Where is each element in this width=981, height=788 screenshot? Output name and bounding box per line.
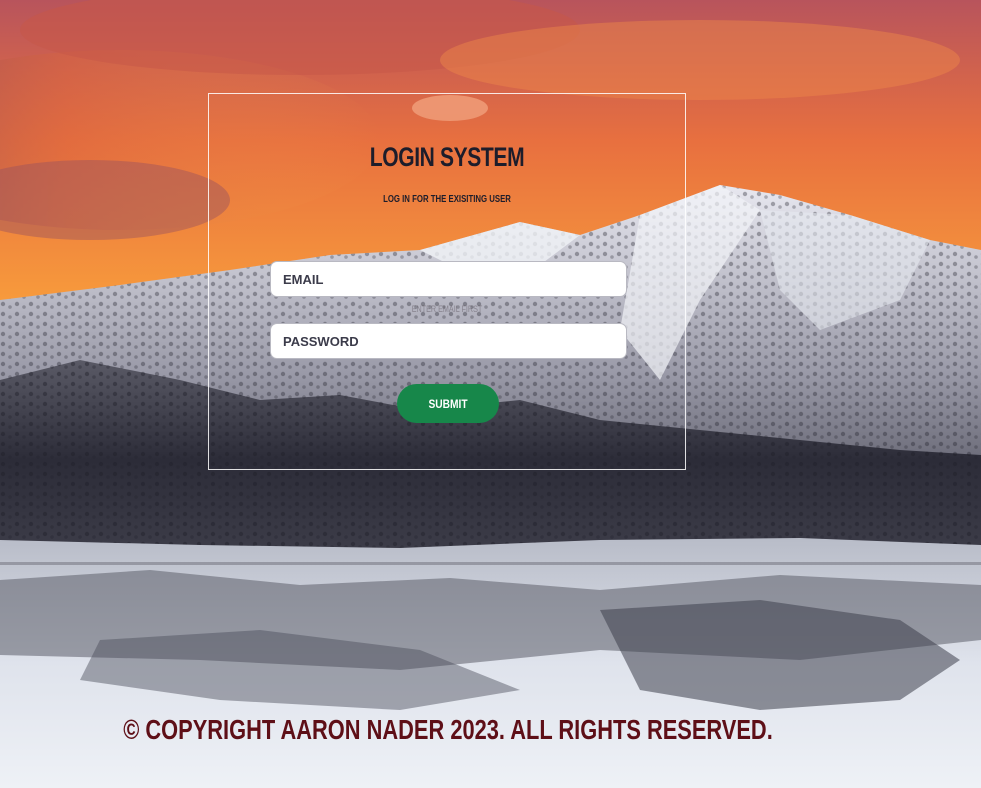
email-hint: ENTER EMAIL FIRST [411,304,483,314]
login-panel: LOGIN SYSTEM LOG IN FOR THE EXISITING US… [208,93,686,470]
page-title: LOGIN SYSTEM [369,142,525,172]
password-field[interactable] [270,323,627,359]
copyright-footer: © COPYRIGHT AARON NADER 2023. ALL RIGHTS… [123,714,773,745]
email-field[interactable] [270,261,627,297]
submit-button-label: SUBMIT [428,396,468,411]
page-subtitle: LOG IN FOR THE EXISITING USER [383,194,511,205]
submit-button[interactable]: SUBMIT [397,384,499,423]
